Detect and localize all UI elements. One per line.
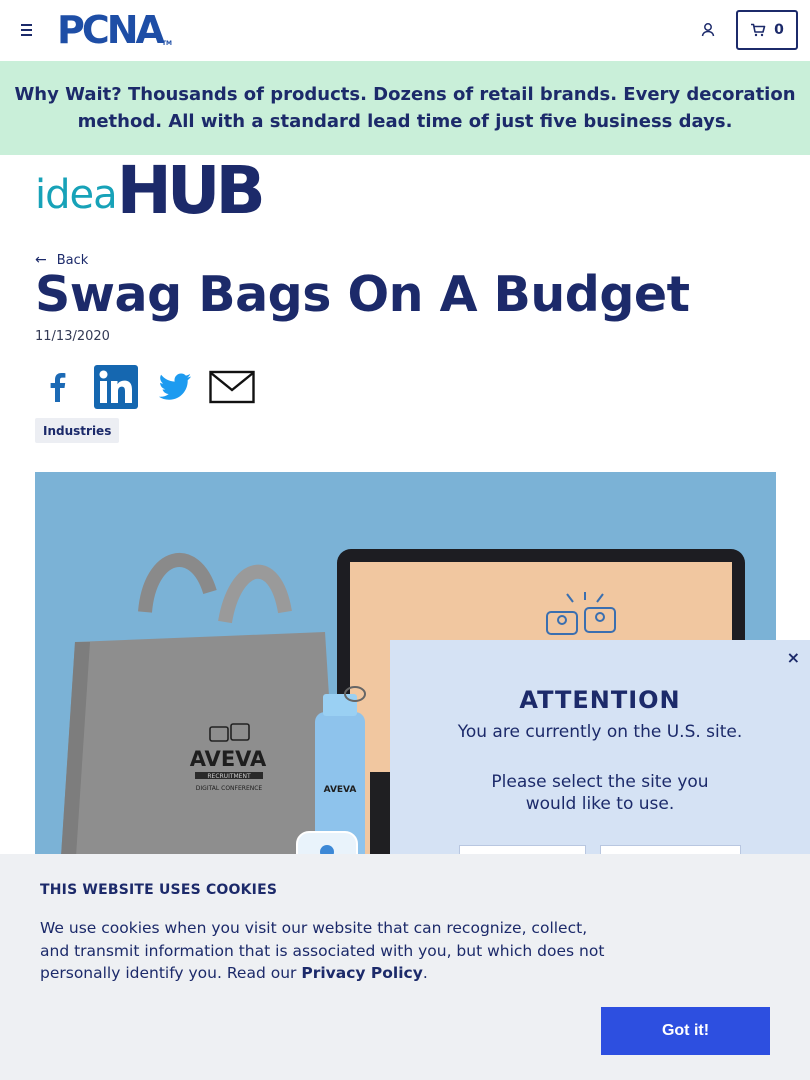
bag-brand: AVEVA xyxy=(190,747,267,771)
svg-text:AVEVA: AVEVA xyxy=(324,785,357,795)
account-icon[interactable] xyxy=(698,20,718,40)
promo-banner: Why Wait? Thousands of products. Dozens … xyxy=(0,61,810,155)
promo-body: Thousands of products. Dozens of retail … xyxy=(77,84,796,132)
cart-button[interactable]: 0 xyxy=(736,10,798,50)
cookie-end: . xyxy=(422,964,428,982)
cart-count: 0 xyxy=(774,22,784,38)
twitter-icon[interactable] xyxy=(151,364,197,410)
hamburger-menu-icon[interactable] xyxy=(18,20,38,40)
ideahub-hub-text: HUB xyxy=(116,152,266,229)
email-icon[interactable] xyxy=(209,364,255,410)
promo-text: Why Wait? Thousands of products. Dozens … xyxy=(14,81,796,135)
cookie-banner: THIS WEBSITE USES COOKIES We use cookies… xyxy=(0,854,810,1080)
privacy-policy-link[interactable]: Privacy Policy xyxy=(301,964,423,982)
page-title: Swag Bags On A Budget xyxy=(35,266,690,323)
bag-sub1: RECRUITMENT xyxy=(207,773,251,780)
site-header: PCNATM 0 xyxy=(0,0,810,61)
attention-title: ATTENTION xyxy=(519,686,681,714)
category-tag[interactable]: Industries xyxy=(35,418,120,443)
linkedin-icon[interactable] xyxy=(93,364,139,410)
share-bar xyxy=(35,364,255,410)
bag-sub2: DIGITAL CONFERENCE xyxy=(196,785,263,792)
publish-date: 11/13/2020 xyxy=(35,329,110,344)
pcna-logo[interactable]: PCNATM xyxy=(57,11,173,49)
accept-cookies-button[interactable]: Got it! xyxy=(601,1007,770,1055)
ideahub-logo[interactable]: idea HUB xyxy=(35,152,266,229)
attention-current-site: You are currently on the U.S. site. xyxy=(457,722,743,742)
logo-text: PCNA xyxy=(57,8,165,52)
facebook-icon[interactable] xyxy=(35,364,81,410)
cookie-title: THIS WEBSITE USES COOKIES xyxy=(40,882,278,898)
cart-icon xyxy=(751,23,766,37)
promo-lead: Why Wait? xyxy=(14,84,122,105)
logo-trademark: TM xyxy=(161,40,173,47)
attention-prompt: Please select the site you would like to… xyxy=(491,772,709,814)
cookie-text: We use cookies when you visit our websit… xyxy=(40,917,610,985)
ideahub-idea-text: idea xyxy=(35,172,118,218)
close-icon[interactable]: × xyxy=(787,648,800,667)
